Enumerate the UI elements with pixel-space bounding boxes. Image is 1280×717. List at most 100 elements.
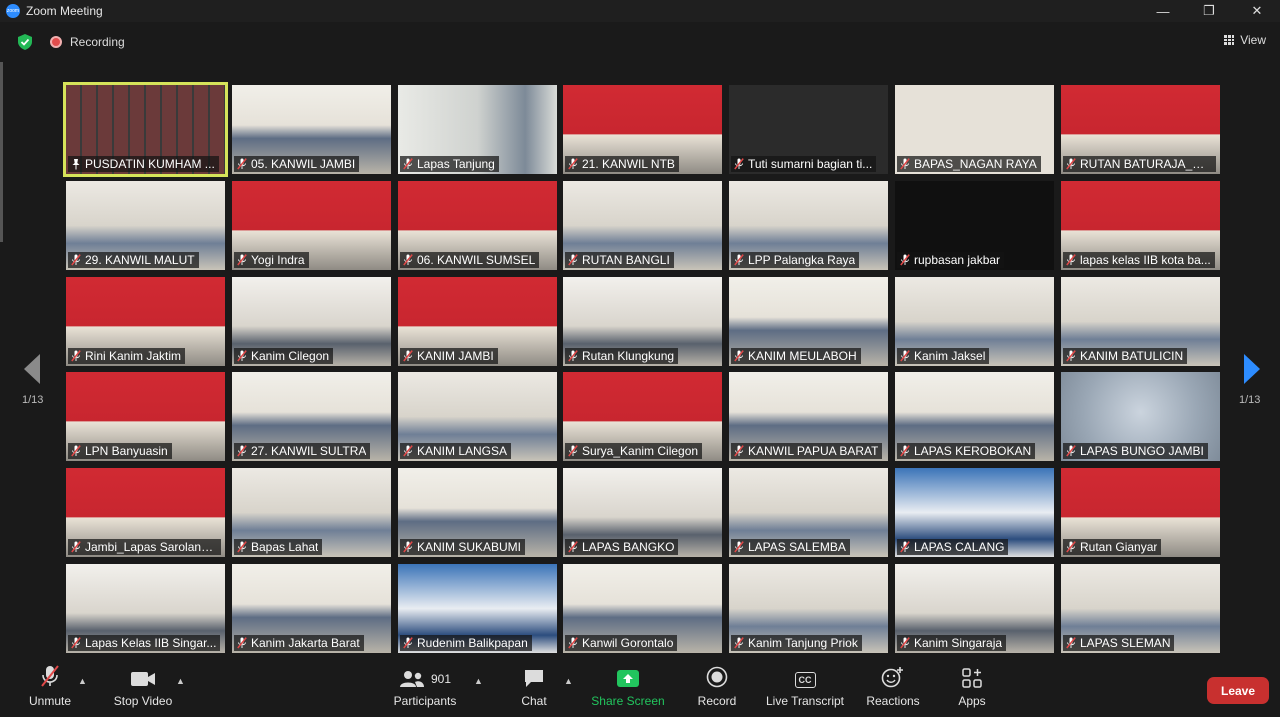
participant-video-tile[interactable]: rupbasan jakbar	[895, 181, 1054, 270]
participant-name-label: Rini Kanim Jaktim	[68, 348, 186, 364]
participant-name-label: Kanim Jakarta Barat	[234, 635, 364, 651]
live-transcript-button[interactable]: CC Live Transcript	[762, 662, 848, 717]
apps-button[interactable]: Apps	[952, 662, 992, 717]
participant-video-tile[interactable]: KANIM JAMBI	[398, 277, 557, 366]
reactions-button[interactable]: Reactions	[862, 662, 924, 717]
leave-label: Leave	[1220, 683, 1256, 698]
pin-icon	[72, 159, 80, 170]
participant-name: rupbasan jakbar	[914, 253, 1001, 267]
participant-video-tile[interactable]: Jambi_Lapas Sarolang...	[66, 468, 225, 557]
participant-video-tile[interactable]: LPP Palangka Raya	[729, 181, 888, 270]
encryption-shield-icon[interactable]	[18, 34, 32, 50]
participant-video-tile[interactable]: LAPAS SLEMAN	[1061, 564, 1220, 653]
participant-name-label: Tuti sumarni bagian ti...	[731, 156, 877, 172]
participant-video-tile[interactable]: LAPAS BANGKO	[563, 468, 722, 557]
participant-video-tile[interactable]: Kanim Jakarta Barat	[232, 564, 391, 653]
previous-page-arrow-icon[interactable]	[22, 352, 42, 386]
record-label: Record	[697, 694, 737, 708]
participant-name: PUSDATIN KUMHAM ...	[85, 157, 215, 171]
participant-video-tile[interactable]: Kanim Jaksel	[895, 277, 1054, 366]
participant-video-tile[interactable]: Rutan Klungkung	[563, 277, 722, 366]
chat-button[interactable]: Chat	[514, 662, 554, 717]
participant-video-tile[interactable]: LAPAS BUNGO JAMBI	[1061, 372, 1220, 461]
participant-video-tile[interactable]: Yogi Indra	[232, 181, 391, 270]
participant-video-tile[interactable]: Bapas Lahat	[232, 468, 391, 557]
leave-meeting-button[interactable]: Leave	[1207, 677, 1269, 704]
participant-name: 05. KANWIL JAMBI	[251, 157, 356, 171]
share-screen-button[interactable]: Share Screen	[590, 662, 666, 717]
meeting-controls-toolbar: Unmute ▲ Stop Video ▲ 901 Participants ▲…	[0, 662, 1280, 717]
participant-video-tile[interactable]: LPN Banyuasin	[66, 372, 225, 461]
muted-mic-icon	[1066, 541, 1076, 553]
participant-video-tile[interactable]: 29. KANWIL MALUT	[66, 181, 225, 270]
recording-label: Recording	[70, 35, 125, 49]
participant-video-tile[interactable]: Lapas Kelas IIB Singar...	[66, 564, 225, 653]
zoom-app-icon: zoom	[6, 4, 20, 18]
muted-mic-icon	[71, 637, 81, 649]
participant-video-tile[interactable]: Kanim Singaraja	[895, 564, 1054, 653]
participant-name: RUTAN BATURAJA_SU...	[1080, 157, 1212, 171]
view-button[interactable]: View	[1224, 33, 1266, 47]
chat-options-chevron-icon[interactable]: ▲	[564, 676, 574, 686]
participant-video-tile[interactable]: RUTAN BANGLI	[563, 181, 722, 270]
participant-video-tile[interactable]: Kanim Tanjung Priok	[729, 564, 888, 653]
participant-name-label: KANIM MEULABOH	[731, 348, 861, 364]
participant-video-tile[interactable]: 05. KANWIL JAMBI	[232, 85, 391, 174]
participant-video-tile[interactable]: Kanwil Gorontalo	[563, 564, 722, 653]
participant-video-tile[interactable]: KANIM BATULICIN	[1061, 277, 1220, 366]
participants-options-chevron-icon[interactable]: ▲	[474, 676, 484, 686]
participant-name-label: Kanim Tanjung Priok	[731, 635, 862, 651]
apps-label: Apps	[958, 694, 986, 708]
participant-video-tile[interactable]: LAPAS KEROBOKAN	[895, 372, 1054, 461]
participant-video-tile[interactable]: KANIM MEULABOH	[729, 277, 888, 366]
participant-video-tile[interactable]: 06. KANWIL SUMSEL	[398, 181, 557, 270]
participant-name-label: LAPAS CALANG	[897, 539, 1009, 555]
restore-button[interactable]: ❐	[1186, 0, 1232, 22]
participants-button[interactable]: 901 Participants	[390, 662, 460, 717]
record-button[interactable]: Record	[694, 662, 740, 717]
participant-name: LAPAS SLEMAN	[1080, 636, 1171, 650]
next-page-arrow-icon[interactable]	[1242, 352, 1262, 386]
muted-mic-icon	[1066, 158, 1076, 170]
participant-video-tile[interactable]: PUSDATIN KUMHAM ...	[63, 82, 228, 177]
participant-video-tile[interactable]: RUTAN BATURAJA_SU...	[1061, 85, 1220, 174]
participant-name-label: LAPAS SLEMAN	[1063, 635, 1175, 651]
participant-video-tile[interactable]: KANWIL PAPUA BARAT	[729, 372, 888, 461]
video-camera-icon	[131, 672, 155, 686]
participant-name-label: rupbasan jakbar	[897, 252, 1005, 268]
muted-mic-icon	[71, 350, 81, 362]
reactions-smiley-icon	[881, 667, 903, 688]
muted-mic-icon	[734, 541, 744, 553]
video-options-chevron-icon[interactable]: ▲	[176, 676, 186, 686]
participant-video-tile[interactable]: BAPAS_NAGAN RAYA	[895, 85, 1054, 174]
participant-video-tile[interactable]: Kanim Cilegon	[232, 277, 391, 366]
participant-video-tile[interactable]: Rini Kanim Jaktim	[66, 277, 225, 366]
participant-video-tile[interactable]: LAPAS CALANG	[895, 468, 1054, 557]
audio-options-chevron-icon[interactable]: ▲	[78, 676, 88, 686]
muted-mic-icon	[237, 445, 247, 457]
muted-mic-icon	[1066, 445, 1076, 457]
minimize-button[interactable]: —	[1140, 0, 1186, 22]
muted-mic-icon	[237, 254, 247, 266]
unmute-button[interactable]: Unmute	[24, 662, 76, 717]
participant-video-tile[interactable]: LAPAS SALEMBA	[729, 468, 888, 557]
recording-indicator-icon[interactable]	[50, 36, 62, 48]
participant-video-tile[interactable]: Surya_Kanim Cilegon	[563, 372, 722, 461]
participant-video-tile[interactable]: Lapas Tanjung	[398, 85, 557, 174]
close-window-button[interactable]: ✕	[1234, 0, 1280, 22]
participant-video-tile[interactable]: Rutan Gianyar	[1061, 468, 1220, 557]
participant-name-label: KANIM SUKABUMI	[400, 539, 526, 555]
participant-video-tile[interactable]: 21. KANWIL NTB	[563, 85, 722, 174]
participant-name-label: 29. KANWIL MALUT	[68, 252, 199, 268]
participant-name: 21. KANWIL NTB	[582, 157, 675, 171]
participant-video-tile[interactable]: KANIM LANGSA	[398, 372, 557, 461]
participant-name: KANWIL PAPUA BARAT	[748, 444, 879, 458]
muted-mic-icon	[237, 541, 247, 553]
participant-video-tile[interactable]: 27. KANWIL SULTRA	[232, 372, 391, 461]
stop-video-button[interactable]: Stop Video	[110, 662, 176, 717]
participant-video-tile[interactable]: lapas kelas IIB kota ba...	[1061, 181, 1220, 270]
participant-video-tile[interactable]: Rudenim Balikpapan	[398, 564, 557, 653]
participant-video-tile[interactable]: KANIM SUKABUMI	[398, 468, 557, 557]
participant-video-tile[interactable]: Tuti sumarni bagian ti...	[729, 85, 888, 174]
participant-name: KANIM MEULABOH	[748, 349, 857, 363]
